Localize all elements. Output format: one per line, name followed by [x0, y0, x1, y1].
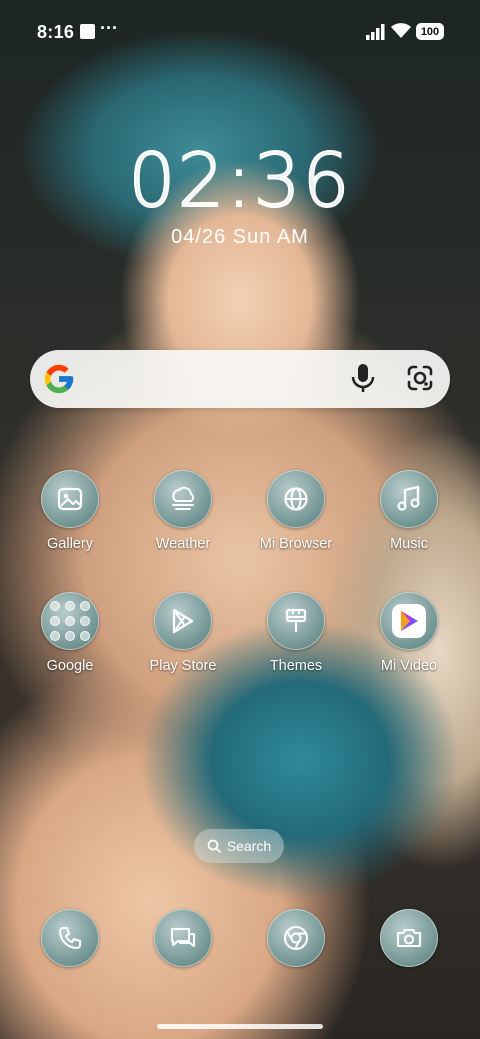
google-search-bar[interactable] [30, 350, 450, 408]
google-logo-icon [44, 364, 74, 394]
app-search-button[interactable]: Search [194, 829, 284, 863]
status-time: 8:16 [37, 22, 75, 42]
dock-chrome[interactable] [267, 909, 325, 967]
app-gallery[interactable]: Gallery [15, 470, 125, 552]
mi-video-icon [380, 592, 438, 650]
play-store-icon [154, 592, 212, 650]
search-icon [207, 839, 221, 853]
dock-phone[interactable] [41, 909, 99, 967]
app-label: Mi Browser [259, 536, 333, 552]
camera-icon [396, 928, 422, 948]
clock-widget[interactable]: 02:36 [0, 137, 480, 225]
battery-indicator: 100 [416, 23, 444, 40]
app-themes[interactable]: Themes [241, 592, 351, 674]
search-pill-label: Search [226, 838, 272, 854]
app-label: Weather [155, 536, 211, 552]
weather-icon [154, 470, 212, 528]
clock-date: 04/26 Sun AM [171, 226, 309, 248]
notification-square-icon [80, 24, 95, 39]
dock-messages[interactable] [154, 909, 212, 967]
message-icon [170, 927, 196, 948]
chrome-icon [283, 925, 309, 951]
gallery-icon [41, 470, 99, 528]
wifi-icon [391, 23, 411, 38]
signal-icon [366, 24, 385, 40]
folder-google[interactable]: Google [15, 592, 125, 674]
clock-time: 02:36 [127, 137, 352, 225]
brush-icon [267, 592, 325, 650]
app-weather[interactable]: Weather [128, 470, 238, 552]
music-icon [380, 470, 438, 528]
app-mi-video[interactable]: Mi Video [354, 592, 464, 674]
home-gesture-bar[interactable] [157, 1024, 323, 1029]
app-label: Play Store [149, 658, 217, 674]
folder-icon [41, 592, 99, 650]
more-notifications-indicator: ··· [100, 18, 118, 38]
app-label: Google [46, 658, 94, 674]
phone-icon [58, 926, 82, 950]
app-label: Gallery [47, 536, 93, 552]
dock-camera[interactable] [380, 909, 438, 967]
app-label: Mi Video [380, 658, 438, 674]
google-lens-icon[interactable] [406, 364, 434, 392]
app-play-store[interactable]: Play Store [128, 592, 238, 674]
app-label: Music [390, 536, 428, 552]
app-label: Themes [269, 658, 323, 674]
globe-icon [267, 470, 325, 528]
status-bar: 8:16 ··· 100 [0, 0, 480, 64]
app-mi-browser[interactable]: Mi Browser [241, 470, 351, 552]
mic-icon[interactable] [350, 363, 376, 393]
app-music[interactable]: Music [354, 470, 464, 552]
